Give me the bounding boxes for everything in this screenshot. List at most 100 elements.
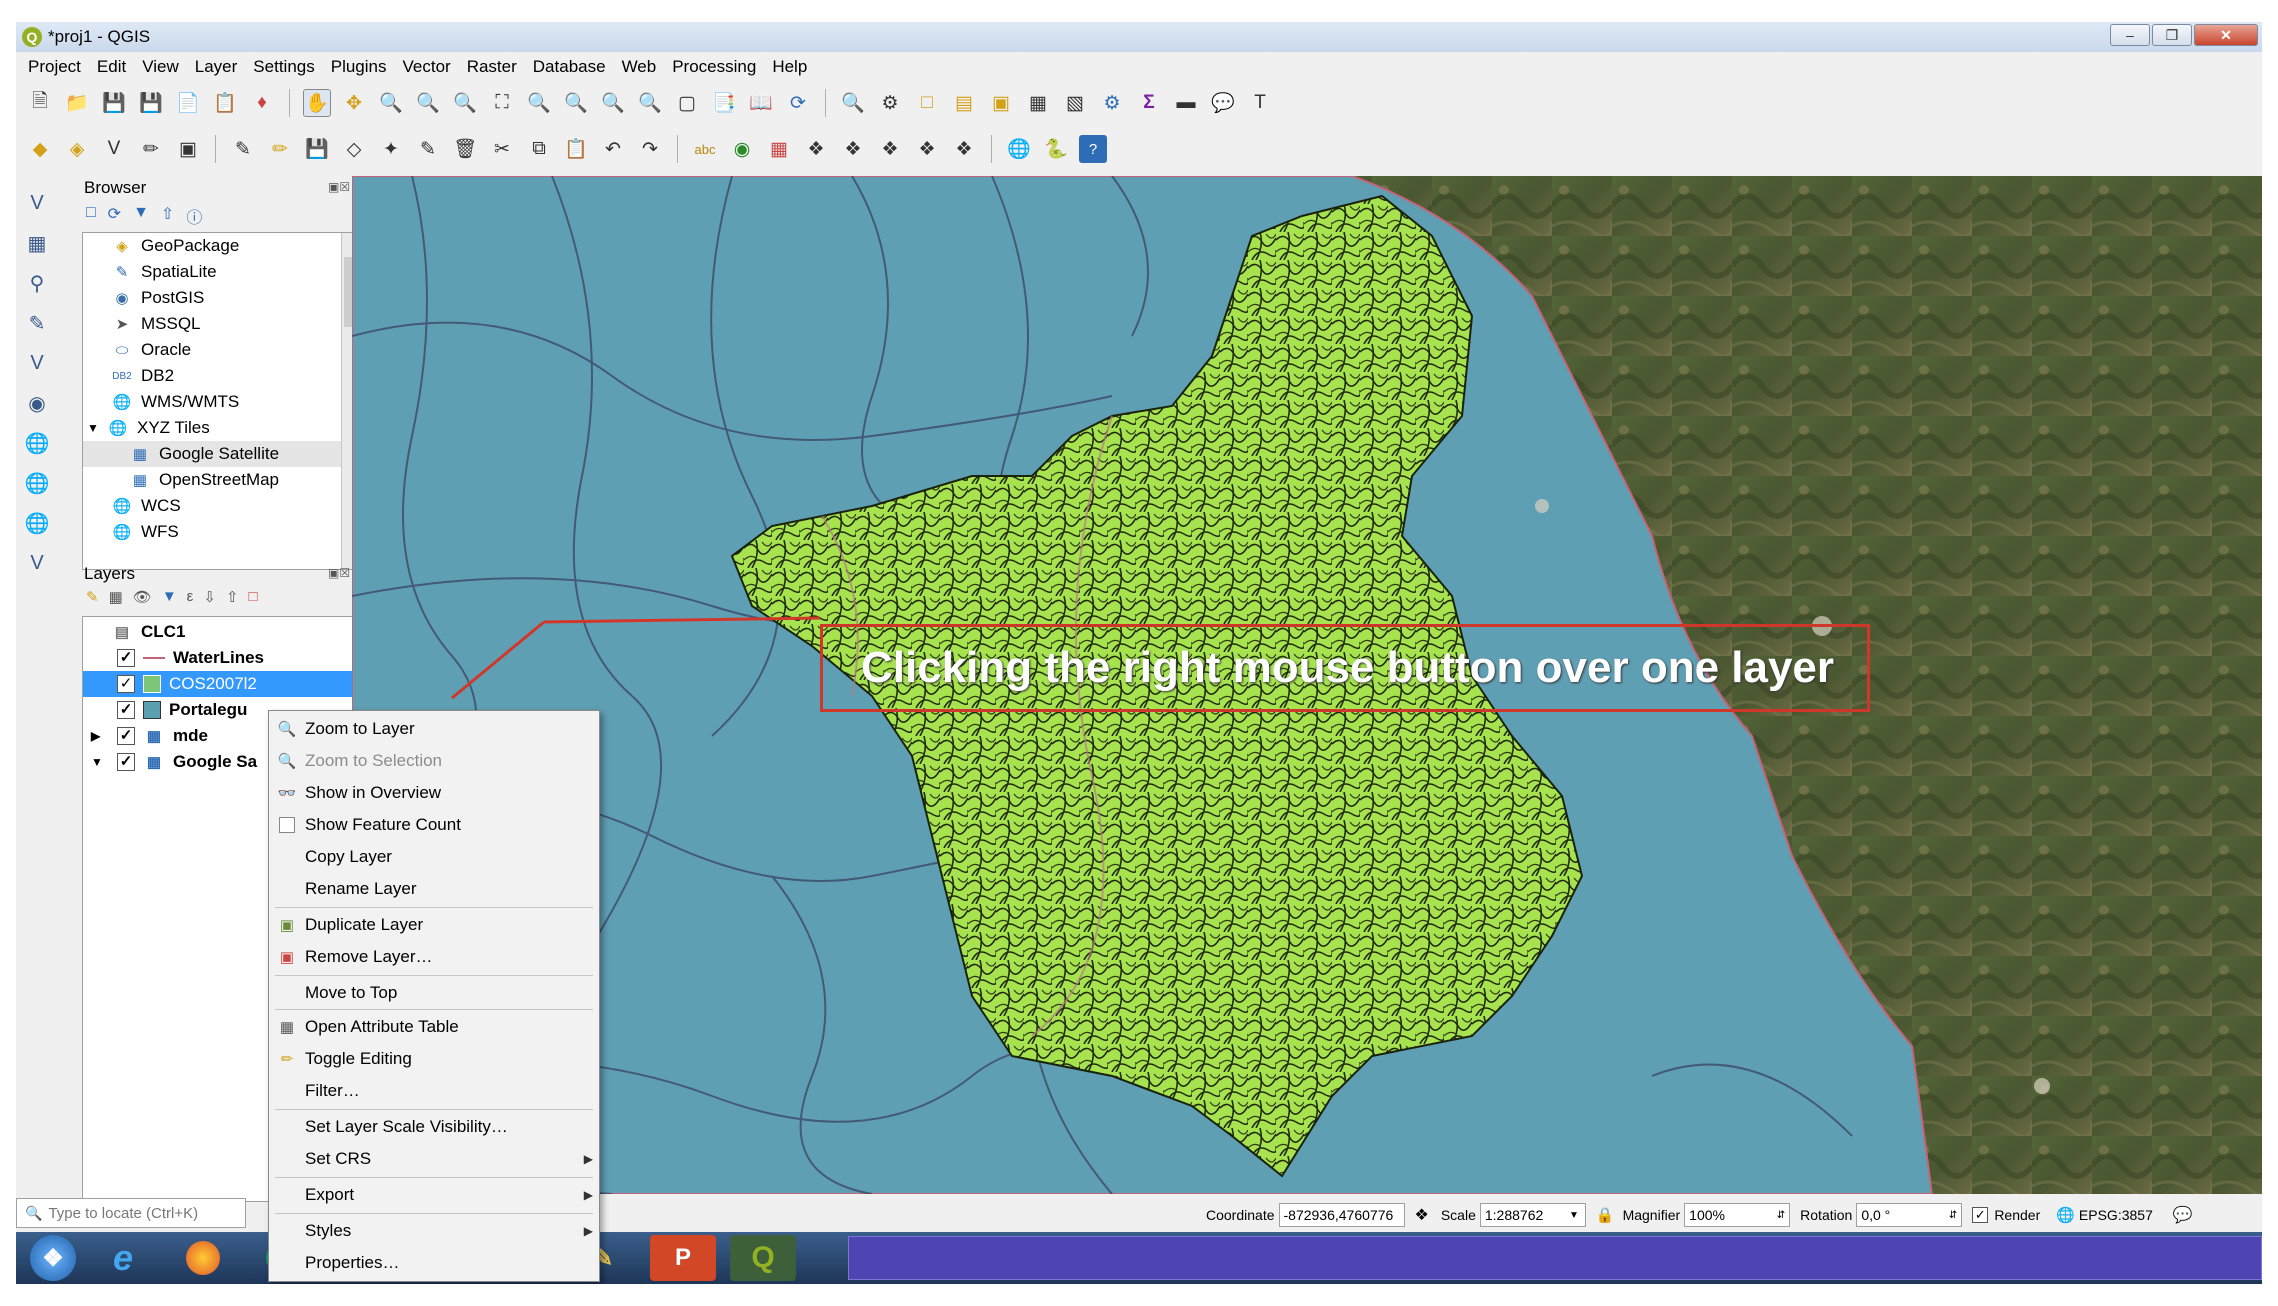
bookmark-icon[interactable]: 📑 (710, 89, 738, 117)
label-icon[interactable]: abc (691, 135, 719, 163)
add-raster-layer-icon[interactable]: ▦ (23, 230, 51, 256)
menu-item-duplicate-layer[interactable]: ▣ Duplicate Layer (269, 909, 599, 941)
browser-panel-float-close-icon[interactable]: ▣☒ (328, 180, 350, 194)
crs-label[interactable]: EPSG:3857 (2079, 1207, 2153, 1223)
browser-item-wcs[interactable]: 🌐 WCS (111, 493, 181, 519)
firefox-icon[interactable] (170, 1235, 236, 1281)
menu-item-open-attribute-table[interactable]: ▦ Open Attribute Table (269, 1011, 599, 1043)
add-wcs-icon[interactable]: 🌐 (23, 470, 51, 496)
checkbox-icon[interactable] (277, 815, 297, 835)
add-vector-layer-icon[interactable]: V (100, 135, 128, 163)
menu-item-show-in-overview[interactable]: 👓 Show in Overview (269, 777, 599, 809)
refresh-icon[interactable]: ⟳ (784, 89, 812, 117)
menu-item-filter[interactable]: Filter… (269, 1075, 599, 1107)
menu-item-export[interactable]: Export ▶ (269, 1179, 599, 1211)
browser-item-oracle[interactable]: ⬭ Oracle (111, 337, 191, 363)
qgis-taskbar-icon[interactable]: Q (730, 1235, 796, 1281)
help-icon[interactable]: ? (1079, 135, 1107, 163)
statistics-icon[interactable]: Σ (1135, 89, 1163, 117)
add-selected-icon[interactable]: □ (86, 204, 96, 228)
browser-item-db2[interactable]: DB2 DB2 (111, 363, 174, 389)
redo-icon[interactable]: ↷ (636, 135, 664, 163)
save-as-icon[interactable]: 💾 (137, 89, 165, 117)
paste-features-icon[interactable]: 📋 (562, 135, 590, 163)
menu-raster[interactable]: Raster (467, 57, 517, 77)
menu-web[interactable]: Web (622, 57, 657, 77)
close-button[interactable]: ✕ (2194, 24, 2258, 46)
add-group-icon[interactable]: ▦ (109, 588, 123, 606)
add-wms-icon[interactable]: 🌐 (23, 430, 51, 456)
menu-item-zoom-to-selection[interactable]: 🔍 Zoom to Selection (269, 745, 599, 777)
save-project-icon[interactable]: 💾 (100, 89, 128, 117)
expand-all-icon[interactable]: ⇩ (203, 588, 216, 606)
menu-processing[interactable]: Processing (672, 57, 756, 77)
new-map-view-icon[interactable]: ▢ (673, 89, 701, 117)
browser-item-geopackage[interactable]: ◈ GeoPackage (111, 233, 239, 259)
crs-globe-icon[interactable]: 🌐 (2056, 1206, 2075, 1224)
zoom-last-icon[interactable]: 🔍 (599, 89, 627, 117)
zoom-to-selection-icon[interactable]: 🔍 (525, 89, 553, 117)
copy-features-icon[interactable]: ⧉ (525, 135, 553, 163)
minimize-button[interactable]: – (2110, 24, 2150, 46)
manage-visibility-icon[interactable]: 👁 (133, 588, 152, 606)
browser-item-openstreetmap[interactable]: ▦ OpenStreetMap (129, 467, 279, 493)
add-feature-icon[interactable]: ◇ (340, 135, 368, 163)
map-tips-icon[interactable]: 💬 (1209, 89, 1237, 117)
zoom-next-icon[interactable]: 🔍 (636, 89, 664, 117)
remove-layer-icon[interactable]: □ (249, 588, 258, 606)
open-project-icon[interactable]: 📁 (63, 89, 91, 117)
vertex-tool-icon[interactable]: ✦ (377, 135, 405, 163)
spinner-icon[interactable]: ⇵ (1777, 1210, 1785, 1221)
text-annotation-icon[interactable]: T (1246, 89, 1274, 117)
layer-visibility-checkbox[interactable]: ✓ (117, 649, 135, 667)
data-source-manager-icon[interactable]: ◆ (26, 135, 54, 163)
menu-vector[interactable]: Vector (403, 57, 451, 77)
zoom-native-icon[interactable]: 🔍 (451, 89, 479, 117)
menu-item-set-layer-scale-visibility[interactable]: Set Layer Scale Visibility… (269, 1111, 599, 1143)
zoom-to-layer-icon[interactable]: 🔍 (562, 89, 590, 117)
layers-panel-float-close-icon[interactable]: ▣☒ (328, 566, 350, 580)
spinner-icon[interactable]: ⇵ (1949, 1210, 1957, 1221)
modify-attributes-icon[interactable]: ✎ (414, 135, 442, 163)
move-label-icon[interactable]: ❖ (876, 135, 904, 163)
collapse-all-icon[interactable]: ⇧ (226, 588, 239, 606)
layer-item-waterlines[interactable]: ✓ WaterLines (117, 645, 264, 671)
style-icon[interactable]: ✎ (86, 588, 99, 606)
menu-item-rename-layer[interactable]: Rename Layer (269, 873, 599, 905)
pan-to-selection-icon[interactable]: ✥ (340, 89, 368, 117)
coordinate-field[interactable]: -872936,4760776 (1278, 1203, 1405, 1227)
chevron-down-icon[interactable]: ▼ (1569, 1210, 1579, 1221)
cut-features-icon[interactable]: ✂ (488, 135, 516, 163)
info-icon[interactable]: ⓘ (186, 204, 202, 228)
layer-visibility-checkbox[interactable]: ✓ (117, 727, 135, 745)
filter-icon[interactable]: ▼ (133, 204, 149, 228)
layer-item-google-satellite[interactable]: ▼ ✓ ▦ Google Sa (91, 749, 257, 775)
collapse-arrow-icon[interactable]: ▼ (91, 755, 117, 769)
layer-item-portalegre[interactable]: ✓ Portalegu (117, 697, 247, 723)
add-vector-layer-icon[interactable]: V (23, 190, 51, 216)
menu-item-move-to-top[interactable]: Move to Top (269, 977, 599, 1009)
layer-item-mde[interactable]: ▶ ✓ ▦ mde (91, 723, 208, 749)
new-geopackage-icon[interactable]: ◈ (63, 135, 91, 163)
current-edits-icon[interactable]: ✎ (229, 135, 257, 163)
menu-database[interactable]: Database (533, 57, 606, 77)
identify-icon[interactable]: 🔍 (839, 89, 867, 117)
zoom-out-icon[interactable]: 🔍 (414, 89, 442, 117)
menu-item-toggle-editing[interactable]: ✏ Toggle Editing (269, 1043, 599, 1075)
new-project-icon[interactable]: 🗎 (26, 89, 54, 117)
filter-expression-icon[interactable]: ε (187, 588, 194, 606)
layer-visibility-checkbox[interactable]: ✓ (117, 675, 135, 693)
style-manager-icon[interactable]: ♦ (248, 89, 276, 117)
powerpoint-icon[interactable]: P (650, 1235, 716, 1281)
menu-item-zoom-to-layer[interactable]: 🔍 Zoom to Layer (269, 713, 599, 745)
browser-item-wfs[interactable]: 🌐 WFS (111, 519, 179, 545)
processing-toolbox-icon[interactable]: ⚙ (1098, 89, 1126, 117)
diagram-icon[interactable]: ◉ (728, 135, 756, 163)
layer-item-cos2007[interactable]: ✓ COS2007l2 (83, 671, 359, 697)
render-checkbox[interactable]: ✓ (1972, 1207, 1989, 1223)
menu-layer[interactable]: Layer (195, 57, 238, 77)
menu-edit[interactable]: Edit (97, 57, 126, 77)
add-mesh-icon[interactable]: V (23, 550, 51, 576)
rotate-label-icon[interactable]: ❖ (913, 135, 941, 163)
change-label-icon[interactable]: ❖ (950, 135, 978, 163)
